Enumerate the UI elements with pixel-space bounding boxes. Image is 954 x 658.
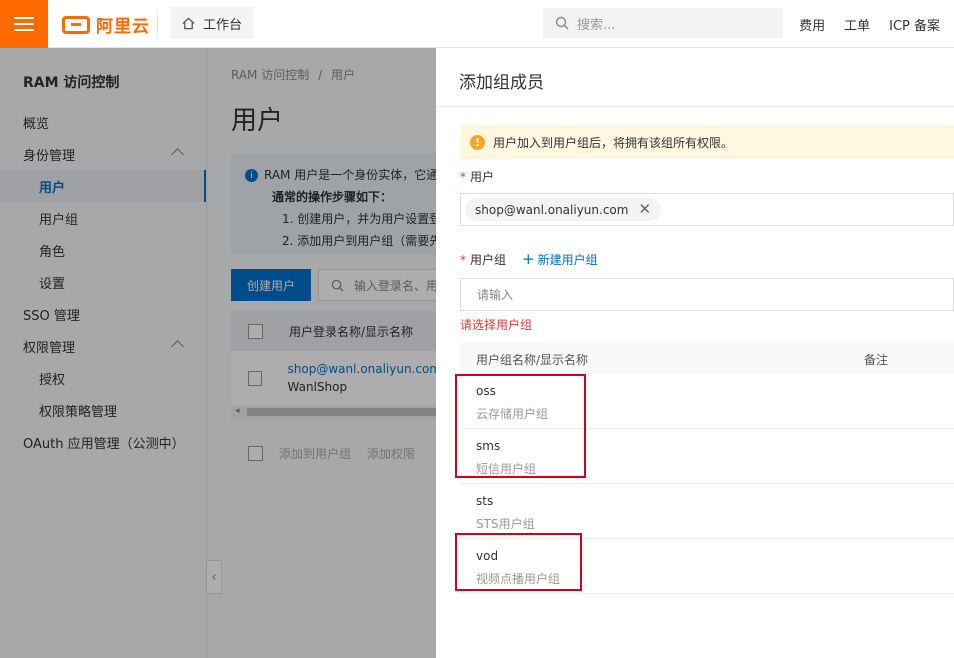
label-text: 用户 [470,170,495,184]
modal-backdrop[interactable] [0,48,436,658]
column-header: 备注 [864,353,889,367]
group-field-label: * 用户组 [460,251,506,268]
workbench-label: 工作台 [203,17,243,33]
hamburger-menu-button[interactable] [0,0,48,48]
link-tickets[interactable]: 工单 [844,15,870,34]
link-billing[interactable]: 费用 [799,15,825,34]
drawer-title: 添加组成员 [459,73,544,93]
group-search-input[interactable]: 请输入 [460,278,954,311]
validation-error: 请选择用户组 [460,318,533,332]
user-select-field[interactable]: shop@wanl.onaliyun.com ✕ [460,193,954,226]
top-bar: 阿里云 工作台 搜索... 费用 工单 ICP 备案 [0,0,954,48]
plus-icon: + [522,250,535,268]
top-links: 费用 工单 ICP 备案 [799,15,940,34]
selected-user-tag: shop@wanl.onaliyun.com ✕ [465,198,662,221]
label-text: 用户组 [470,253,507,267]
highlight-box-oss-sms [455,374,586,478]
tag-text: shop@wanl.onaliyun.com [475,202,629,217]
group-row-sts[interactable]: sts STS用户组 [460,484,954,539]
add-group-member-drawer: 添加组成员 ! 用户加入到用户组后，将拥有该组所有权限。 * 用户 shop@wa… [436,48,954,658]
home-icon [182,17,195,29]
group-table-header: 用户组名称/显示名称 备注 [460,343,954,374]
column-header: 用户组名称/显示名称 [476,353,589,367]
divider [157,14,158,34]
warning-icon: ! [470,134,485,150]
group-display-name: STS用户组 [476,517,535,531]
logo-text: 阿里云 [96,17,150,37]
close-icon[interactable]: ✕ [638,202,651,217]
alert-text: 用户加入到用户组后，将拥有该组所有权限。 [493,135,734,150]
link-icp[interactable]: ICP 备案 [889,15,940,34]
global-search-input[interactable]: 搜索... [543,8,783,38]
required-asterisk: * [460,253,466,267]
required-asterisk: * [460,170,466,184]
new-group-label: 新建用户组 [537,252,598,267]
warning-alert: ! 用户加入到用户组后，将拥有该组所有权限。 [460,125,954,159]
aliyun-logo-icon [62,15,90,34]
input-placeholder: 请输入 [477,288,514,302]
divider [436,106,954,107]
search-icon [555,16,569,30]
highlight-box-vod [455,533,582,591]
group-name: sts [476,494,494,508]
new-group-link[interactable]: + 新建用户组 [522,250,598,268]
aliyun-logo[interactable]: 阿里云 [62,12,150,37]
workbench-button[interactable]: 工作台 [170,7,255,39]
user-field-label: * 用户 [460,168,494,185]
search-placeholder: 搜索... [577,17,616,33]
